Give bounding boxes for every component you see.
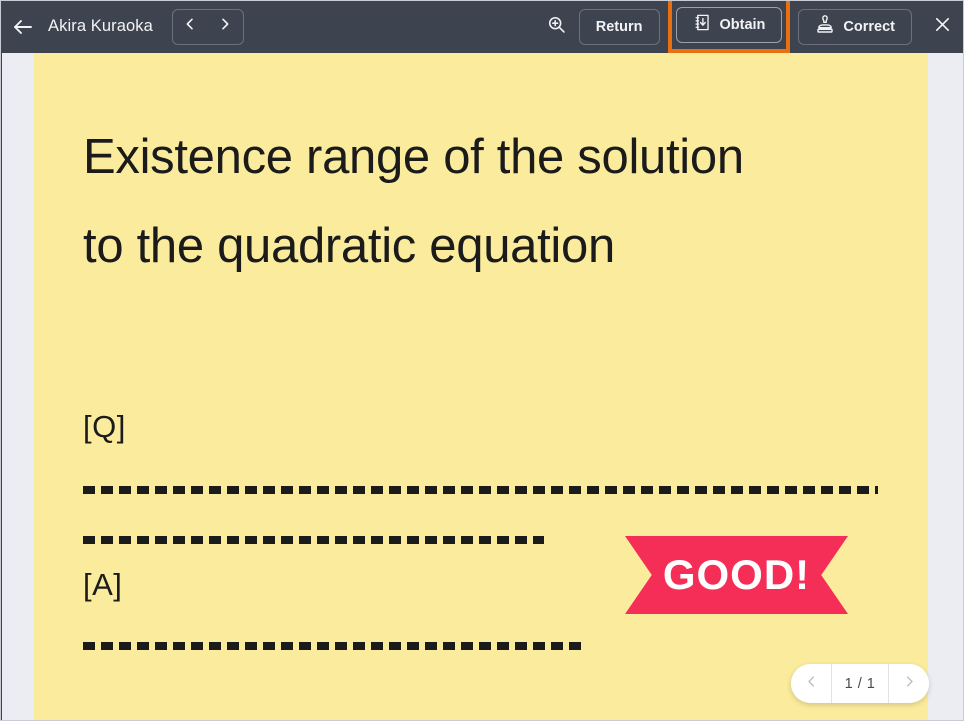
return-button-slot: Return: [578, 0, 660, 53]
back-button[interactable]: [0, 0, 46, 53]
page-pager: 1 / 1: [791, 664, 929, 703]
dashed-rule-fill: [83, 642, 582, 650]
owner-name: Akira Kuraoka: [48, 17, 153, 36]
arrow-left-icon: [11, 15, 35, 39]
document-sheet[interactable]: Existence range of the solution to the q…: [34, 53, 928, 721]
prev-record-button[interactable]: [173, 10, 208, 44]
document-content: Existence range of the solution to the q…: [34, 53, 928, 721]
document-viewport[interactable]: Existence range of the solution to the q…: [0, 53, 964, 721]
next-record-button[interactable]: [208, 10, 243, 44]
chevron-left-icon: [182, 16, 198, 37]
notebook-download-icon: [693, 13, 712, 36]
app-root: Akira Kuraoka Return Obtain Correct Exis…: [0, 0, 964, 721]
pager-next-button[interactable]: [889, 664, 929, 703]
return-button-label: Return: [595, 18, 643, 35]
obtain-button-highlight: Obtain: [667, 0, 791, 53]
answer-label: [A]: [83, 567, 123, 602]
document-title: Existence range of the solution to the q…: [83, 130, 744, 273]
close-button[interactable]: [920, 0, 964, 53]
dashed-rule-1: [83, 486, 878, 494]
obtain-button[interactable]: Obtain: [675, 6, 783, 43]
dashed-rule-2: [83, 536, 544, 544]
viewport-left-rule: [0, 53, 2, 721]
dashed-rule-fill: [83, 486, 878, 494]
dashed-rule-fill: [83, 536, 544, 544]
record-nav-group: [171, 8, 244, 45]
zoom-in-button[interactable]: [535, 0, 579, 53]
correct-button-slot: Correct: [798, 0, 912, 53]
header-right-group: Return Obtain Correct: [535, 0, 964, 53]
correct-button-label: Correct: [843, 18, 895, 35]
app-header: Akira Kuraoka Return Obtain Correct: [0, 0, 964, 53]
good-stamp-label: GOOD!: [662, 551, 811, 598]
return-button[interactable]: Return: [578, 8, 660, 45]
stamp-icon: [815, 14, 835, 39]
dashed-rule-3: [83, 642, 582, 650]
pager-prev-button[interactable]: [791, 664, 831, 703]
question-label: [Q]: [83, 409, 126, 444]
chevron-left-icon: [804, 674, 819, 694]
obtain-button-label: Obtain: [719, 16, 766, 33]
correct-button[interactable]: Correct: [798, 8, 912, 45]
header-left-group: Akira Kuraoka: [0, 0, 244, 53]
chevron-right-icon: [902, 674, 917, 694]
chevron-right-icon: [217, 16, 233, 37]
good-stamp-ribbon: GOOD!: [625, 536, 848, 614]
zoom-in-icon: [546, 14, 567, 40]
close-icon: [932, 14, 953, 40]
pager-count: 1 / 1: [831, 664, 889, 703]
